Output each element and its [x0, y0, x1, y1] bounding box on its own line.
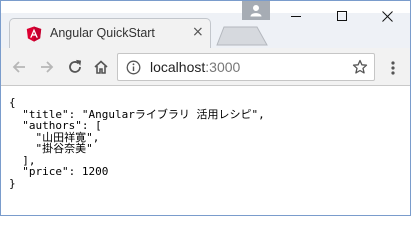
browser-menu-button[interactable] [385, 58, 401, 78]
reload-button[interactable] [65, 57, 85, 77]
json-line: } [9, 176, 16, 190]
url-port: :3000 [205, 59, 241, 75]
profile-button[interactable] [242, 1, 270, 20]
json-output: { "title": "Angularライブラリ 活用レシピ", "author… [9, 97, 265, 189]
star-icon[interactable] [352, 59, 368, 75]
close-icon [381, 10, 393, 22]
json-line: "price": 1200 [9, 165, 109, 178]
home-icon [94, 60, 108, 74]
tab-title: Angular QuickStart [50, 26, 155, 40]
browser-window: Angular QuickStart × localhost:3000 {"t… [0, 0, 411, 216]
home-button[interactable] [91, 57, 111, 77]
minimize-button[interactable] [273, 1, 319, 31]
forward-button[interactable] [37, 57, 57, 77]
page-content: { "title": "Angularライブラリ 活用レシピ", "author… [1, 87, 410, 215]
browser-toolbar: localhost:3000 [1, 48, 410, 86]
maximize-icon [336, 10, 347, 21]
url-host: localhost [150, 59, 206, 75]
person-icon [250, 5, 262, 17]
json-line: { [9, 96, 16, 109]
reload-icon [69, 59, 82, 73]
maximize-button[interactable] [319, 1, 365, 31]
angular-logo-icon [26, 26, 42, 42]
tab-close-button[interactable]: × [192, 24, 204, 40]
url-text[interactable]: localhost:3000 [150, 59, 240, 75]
close-window-button[interactable] [364, 1, 410, 31]
title-bar: Angular QuickStart × [1, 1, 410, 49]
arrow-right-icon [41, 61, 54, 73]
back-button[interactable] [9, 57, 29, 77]
tab-angular-quickstart[interactable]: Angular QuickStart × [9, 18, 211, 49]
address-bar[interactable]: localhost:3000 [117, 53, 375, 81]
json-line: "authors": [ [9, 119, 102, 132]
arrow-left-icon [12, 61, 25, 73]
new-tab-button[interactable] [215, 26, 269, 46]
info-icon [126, 60, 141, 75]
minimize-icon [290, 15, 301, 17]
kebab-menu-icon [391, 61, 395, 75]
json-line: "掛谷奈美" [9, 142, 93, 155]
